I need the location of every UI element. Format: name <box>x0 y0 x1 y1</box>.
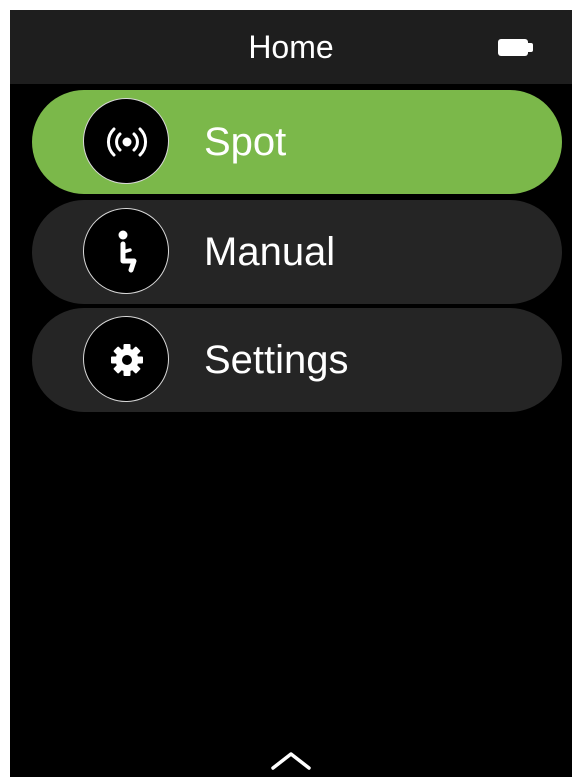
chevron-up-icon[interactable] <box>267 747 315 773</box>
menu-item-spot[interactable]: Spot <box>32 90 562 194</box>
device-screen: Home Spot Manual Settings <box>10 10 572 777</box>
battery-full-icon <box>498 39 534 56</box>
menu-item-settings[interactable]: Settings <box>32 308 562 412</box>
gear-icon <box>83 316 169 402</box>
menu-item-label: Manual <box>204 230 336 274</box>
menu-item-label: Spot <box>204 120 287 164</box>
header-bar: Home <box>10 10 572 84</box>
person-sitting-icon <box>83 208 169 294</box>
page-title: Home <box>248 29 334 65</box>
menu-item-label: Settings <box>204 338 349 382</box>
wireless-signal-icon <box>83 98 169 184</box>
menu-item-manual[interactable]: Manual <box>32 200 562 304</box>
